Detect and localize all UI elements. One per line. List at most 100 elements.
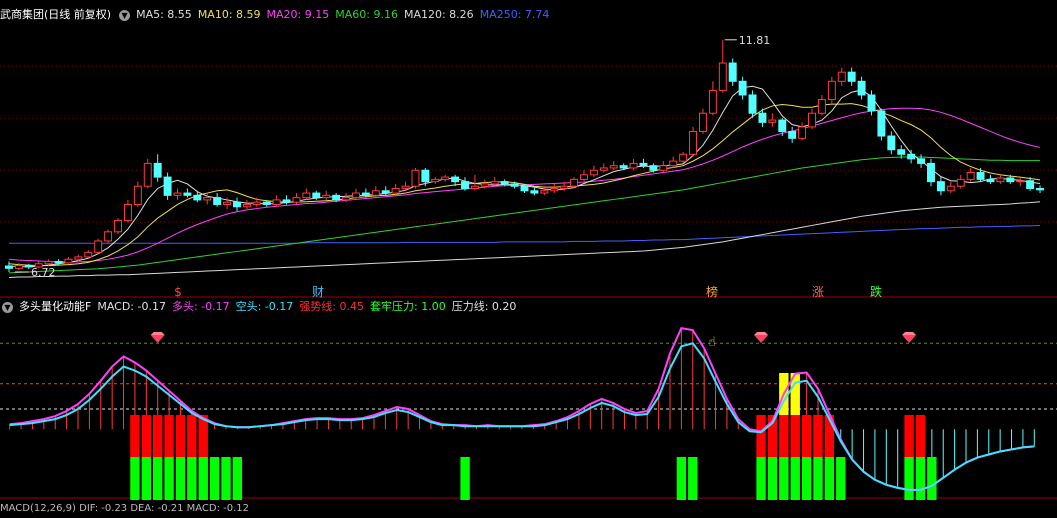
red-block xyxy=(779,415,789,457)
candle-body xyxy=(510,183,519,187)
cursor-hand-icon: ☝ xyxy=(708,335,716,350)
candle-body xyxy=(292,197,301,203)
candle-body xyxy=(44,260,53,265)
candle-body xyxy=(451,176,460,183)
green-block xyxy=(175,457,186,500)
event-marker: 跌 xyxy=(870,284,882,299)
event-marker: 财 xyxy=(312,285,324,299)
green-block xyxy=(198,457,208,500)
candle-body xyxy=(659,165,668,171)
event-marker: 榜 xyxy=(706,284,718,299)
red-block xyxy=(153,415,163,457)
red-block xyxy=(790,415,800,457)
candle-body xyxy=(401,185,410,189)
candle-body xyxy=(570,178,579,187)
candle-body xyxy=(788,130,797,139)
candle-body xyxy=(907,153,916,160)
candle-body xyxy=(282,199,291,203)
candle-body xyxy=(857,80,866,96)
red-block xyxy=(175,415,186,457)
candle-body xyxy=(550,187,559,192)
green-block xyxy=(221,457,231,500)
candle-body xyxy=(817,99,826,114)
candle-body xyxy=(619,165,628,169)
red-block xyxy=(130,415,140,457)
candle-body xyxy=(173,192,182,196)
candle-body xyxy=(262,201,271,205)
candle-body xyxy=(114,219,122,233)
green-block xyxy=(187,457,197,500)
candle-body xyxy=(233,201,241,208)
candle-body xyxy=(1006,177,1015,183)
candle-body xyxy=(966,172,975,180)
candle-body xyxy=(996,177,1005,183)
candle-body xyxy=(322,194,331,199)
candle-body xyxy=(490,181,499,185)
high-price-label: 11.81 xyxy=(739,34,771,47)
candle-body xyxy=(391,187,400,194)
candle-body xyxy=(986,178,995,183)
candle-body xyxy=(956,178,965,187)
candle-body xyxy=(441,176,450,180)
candle-body xyxy=(917,158,926,164)
candle-body xyxy=(4,265,13,269)
candle-body xyxy=(252,201,261,205)
candle-body xyxy=(163,176,172,196)
green-block xyxy=(209,457,220,500)
candle-body xyxy=(946,185,955,192)
candle-body xyxy=(679,153,688,162)
candle-body xyxy=(629,162,638,169)
candle-body xyxy=(1026,180,1035,189)
candle-body xyxy=(669,160,678,167)
candle-body xyxy=(560,185,569,189)
candle-body xyxy=(272,199,281,205)
candle-body xyxy=(193,194,202,201)
candle-body xyxy=(421,169,430,183)
candle-body xyxy=(302,192,311,199)
candle-body xyxy=(223,201,232,205)
candle-body xyxy=(342,197,351,201)
red-block xyxy=(915,415,926,457)
candle-body xyxy=(589,169,598,176)
price-chart[interactable]: 11.81 6.72 $ 财 榜 涨 跌 ☝ xyxy=(0,0,1057,509)
candle-body xyxy=(54,260,63,264)
signal-gem-icon xyxy=(902,335,917,343)
candle-body xyxy=(837,71,846,82)
candle-body xyxy=(798,126,807,139)
candle-body xyxy=(708,89,717,114)
candle-body xyxy=(580,174,588,180)
candle-body xyxy=(461,181,469,189)
candle-body xyxy=(183,192,192,196)
green-block xyxy=(915,457,926,500)
candle-body xyxy=(887,135,896,151)
candle-body xyxy=(758,112,767,123)
candle-body xyxy=(540,190,549,194)
candle-body xyxy=(123,203,132,221)
candle-body xyxy=(768,119,777,123)
candle-body xyxy=(74,256,83,260)
candle-body xyxy=(213,197,222,205)
candle-body xyxy=(381,190,390,194)
candle-body xyxy=(599,167,608,171)
candle-body xyxy=(639,162,648,167)
candle-body xyxy=(361,192,370,196)
green-block xyxy=(904,457,914,500)
candle-body xyxy=(500,181,509,185)
ma60-line xyxy=(8,156,1041,274)
green-block xyxy=(232,457,243,500)
signal-gem-icon xyxy=(902,332,917,335)
green-block xyxy=(824,457,835,500)
candle-body xyxy=(698,112,707,132)
candle-body xyxy=(480,183,489,187)
candle-body xyxy=(867,94,876,112)
candle-body xyxy=(748,94,757,114)
candle-body xyxy=(936,181,945,192)
candle-body xyxy=(1016,180,1025,183)
candle-body xyxy=(877,110,886,137)
red-block xyxy=(801,415,812,457)
candle-body xyxy=(778,119,787,132)
signal-gem-icon xyxy=(754,332,769,335)
green-block xyxy=(813,457,823,500)
candle-body xyxy=(242,203,251,208)
candle-body xyxy=(738,80,747,96)
